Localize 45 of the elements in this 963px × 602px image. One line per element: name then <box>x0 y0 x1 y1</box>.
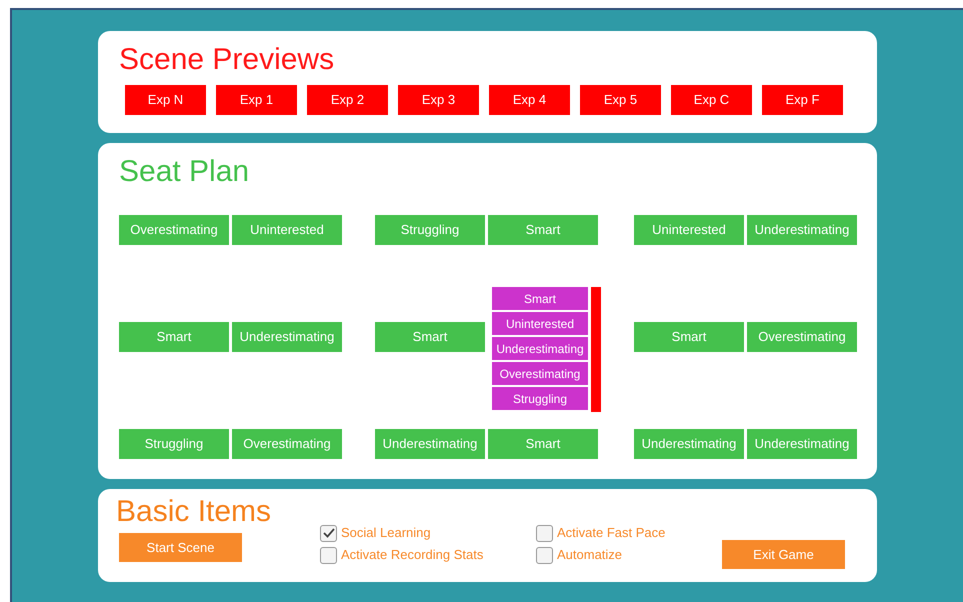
exit-game-button[interactable]: Exit Game <box>722 540 845 569</box>
start-scene-button[interactable]: Start Scene <box>119 533 242 562</box>
seat-button[interactable]: Underestimating <box>375 429 485 459</box>
scene-button[interactable]: Exp 2 <box>307 85 388 115</box>
seat-button[interactable]: Smart <box>634 322 744 352</box>
seat-button[interactable]: Smart <box>488 215 598 245</box>
seat-button[interactable]: Overestimating <box>232 429 342 459</box>
scene-button[interactable]: Exp F <box>762 85 843 115</box>
seat-button[interactable]: Smart <box>375 322 485 352</box>
checkbox[interactable] <box>536 524 553 542</box>
seat-button[interactable]: Overestimating <box>747 322 857 352</box>
checkbox-label: Automatize <box>557 546 622 564</box>
checkbox-label: Activate Fast Pace <box>557 524 666 542</box>
scene-button[interactable]: Exp 3 <box>398 85 479 115</box>
seat-button[interactable]: Underestimating <box>232 322 342 352</box>
scene-button[interactable]: Exp 4 <box>489 85 570 115</box>
seat-button[interactable]: Underestimating <box>634 429 744 459</box>
section-title: Seat Plan <box>119 155 250 189</box>
seat-button[interactable]: Uninterested <box>634 215 744 245</box>
dropdown-option[interactable]: Uninterested <box>492 312 588 335</box>
scene-button[interactable]: Exp N <box>125 85 206 115</box>
seat-button[interactable]: Uninterested <box>232 215 342 245</box>
seat-button[interactable]: Smart <box>488 429 598 459</box>
seat-button[interactable]: Struggling <box>375 215 485 245</box>
section-title: Scene Previews <box>119 43 334 77</box>
checkmark-icon <box>322 528 334 538</box>
seat-button[interactable]: Struggling <box>119 429 229 459</box>
seat-button[interactable]: Underestimating <box>747 215 857 245</box>
dropdown-option[interactable]: Underestimating <box>492 337 588 360</box>
seat-button[interactable]: Overestimating <box>119 215 229 245</box>
dropdown-option[interactable]: Smart <box>492 287 588 310</box>
seat-button[interactable]: Smart <box>119 322 229 352</box>
scene-button[interactable]: Exp 5 <box>580 85 661 115</box>
scrollbar[interactable] <box>591 287 601 412</box>
seat-button[interactable]: Underestimating <box>747 429 857 459</box>
scene-button[interactable]: Exp C <box>671 85 752 115</box>
checkbox[interactable] <box>320 524 337 542</box>
checkbox[interactable] <box>320 546 337 564</box>
checkbox-label: Activate Recording Stats <box>341 546 484 564</box>
dropdown-option[interactable]: Overestimating <box>492 362 588 385</box>
section-title: Basic Items <box>116 495 272 529</box>
checkbox-label: Social Learning <box>341 524 431 542</box>
scene-button[interactable]: Exp 1 <box>216 85 297 115</box>
dropdown-option[interactable]: Struggling <box>492 387 588 410</box>
checkbox[interactable] <box>536 546 553 564</box>
